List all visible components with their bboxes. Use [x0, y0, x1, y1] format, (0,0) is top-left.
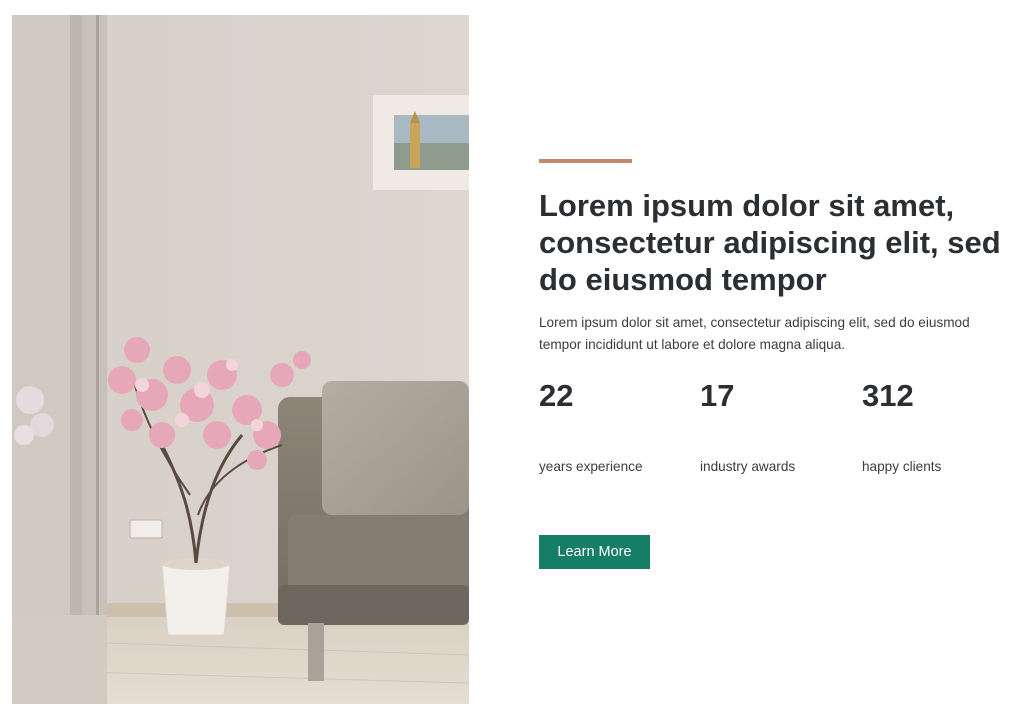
stat-clients: 312 happy clients — [862, 376, 1012, 474]
stat-value: 22 — [539, 378, 574, 413]
interior-photo — [12, 15, 469, 704]
feature-description: Lorem ipsum dolor sit amet, consectetur … — [539, 315, 970, 352]
learn-more-button[interactable]: Learn More — [539, 535, 650, 569]
feature-heading: Lorem ipsum dolor sit amet, consectetur … — [539, 188, 1001, 297]
stat-awards: 17 industry awards — [700, 376, 850, 474]
stat-value: 312 — [862, 378, 914, 413]
stat-years: 22 years experience — [539, 376, 689, 474]
stat-label: happy clients — [862, 459, 942, 474]
stat-label: industry awards — [700, 459, 796, 474]
accent-divider — [539, 159, 632, 163]
stat-value: 17 — [700, 378, 735, 413]
stat-label: years experience — [539, 459, 643, 474]
